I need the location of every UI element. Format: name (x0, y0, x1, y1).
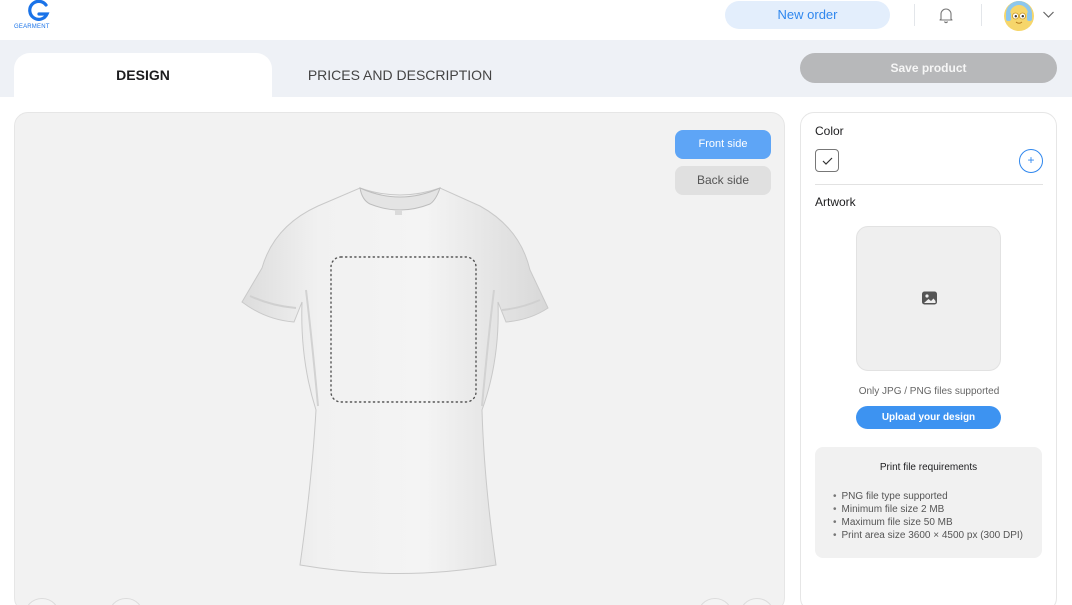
bell-icon[interactable] (937, 6, 955, 24)
top-header: GEARMENT New order (0, 0, 1072, 40)
front-side-button[interactable]: Front side (675, 130, 771, 159)
list-item: Maximum file size 50 MB (833, 516, 1023, 529)
new-order-button[interactable]: New order (725, 1, 890, 29)
header-divider (981, 4, 982, 26)
check-icon (822, 157, 833, 165)
print-requirements-list: PNG file type supported Minimum file siz… (833, 490, 1024, 542)
logo-text: GEARMENT (14, 24, 50, 30)
save-product-button[interactable]: Save product (800, 53, 1057, 83)
artwork-heading: Artwork (815, 195, 856, 209)
color-swatch-white[interactable] (815, 149, 839, 172)
color-heading: Color (815, 124, 844, 138)
print-requirements-title: Print file requirements (879, 462, 978, 473)
list-item: Print area size 3600 × 4500 px (300 DPI) (833, 529, 1024, 542)
image-icon (922, 291, 937, 305)
list-item: PNG file type supported (833, 490, 1023, 503)
tab-design[interactable]: DESIGN (14, 53, 272, 99)
list-item: Minimum file size 2 MB (833, 503, 1023, 516)
header-divider (914, 4, 915, 26)
avatar[interactable] (1003, 0, 1035, 32)
gearment-logo-icon (28, 0, 50, 21)
file-type-note: Only JPG / PNG files supported (858, 386, 1000, 397)
back-side-button[interactable]: Back side (675, 166, 771, 195)
section-divider (815, 184, 1043, 185)
chevron-down-icon[interactable] (1042, 9, 1055, 19)
t-shirt-mockup (241, 187, 549, 574)
gearment-logo[interactable]: GEARMENT (14, 0, 64, 36)
upload-design-button[interactable]: Upload your design (856, 406, 1001, 429)
tab-prices-and-description[interactable]: PRICES AND DESCRIPTION (272, 53, 528, 97)
add-color-button[interactable]: + (1019, 149, 1043, 173)
